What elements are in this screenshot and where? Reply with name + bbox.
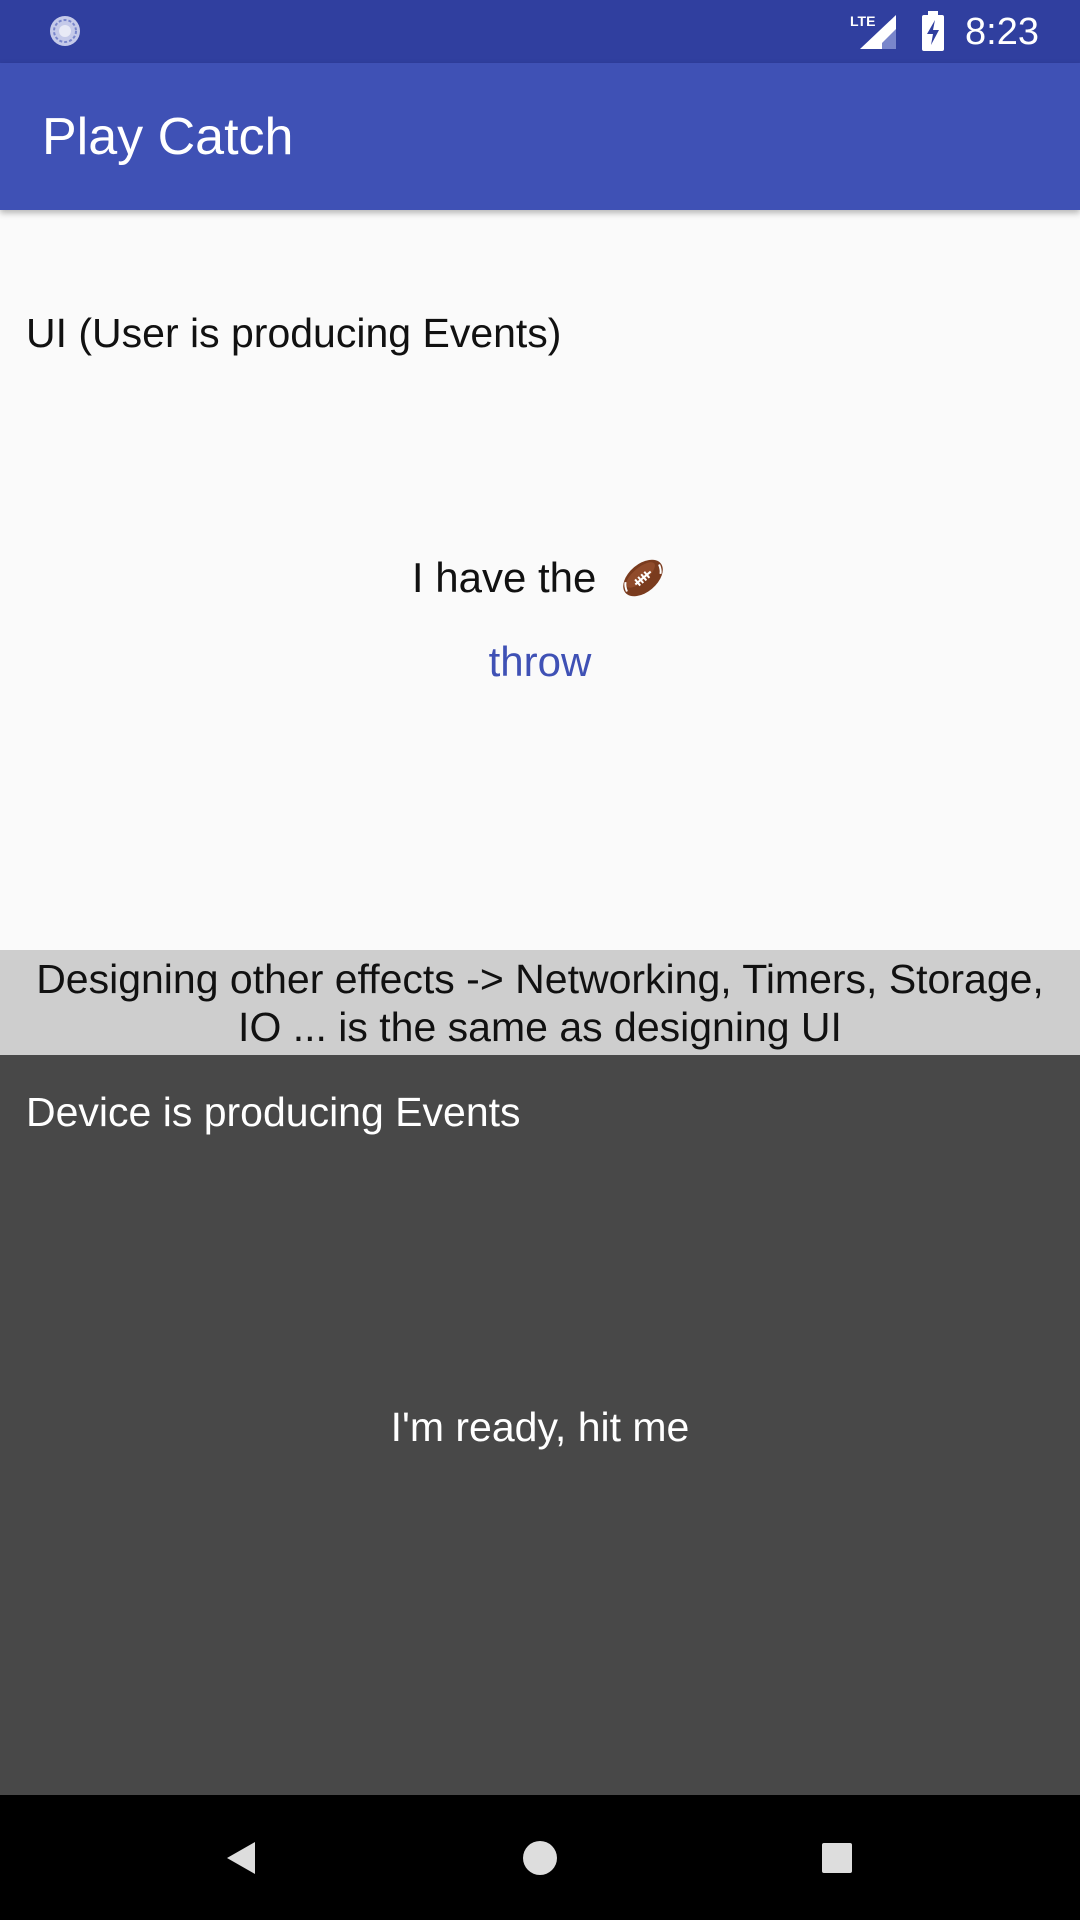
ui-events-panel: UI (User is producing Events) I have the… [0,210,1080,950]
home-button[interactable] [507,1825,573,1891]
app-title: Play Catch [42,108,294,166]
lte-signal-icon: LTE [850,13,896,49]
status-bar: LTE 8:23 [0,0,1080,63]
home-circle-icon [523,1841,557,1875]
device-panel-label: Device is producing Events [26,1089,521,1135]
ui-panel-label: UI (User is producing Events) [26,310,562,356]
divider-line-2: IO ... is the same as designing UI [238,1004,842,1050]
device-events-panel: Device is producing Events I'm ready, hi… [0,1055,1080,1795]
battery-charging-icon [922,11,944,51]
status-clock: 8:23 [965,11,1039,53]
device-status: I'm ready, hit me [390,1404,690,1450]
back-button[interactable] [208,1825,274,1891]
navigation-bar [0,1795,1080,1920]
throw-button[interactable]: throw [440,630,640,694]
back-triangle-icon [227,1842,255,1874]
divider-banner: Designing other effects -> Networking, T… [0,950,1080,1055]
football-icon [623,559,663,597]
sync-icon [50,16,80,46]
recents-square-icon [822,1843,852,1873]
screen: LTE 8:23 Play Catch UI (User is producin… [0,0,1080,1920]
app-bar: Play Catch [0,63,1080,210]
divider-line-1: Designing other effects -> Networking, T… [36,956,1044,1002]
ball-status: I have the [0,550,1080,603]
ball-status-text: I have the [411,553,597,601]
recents-button[interactable] [804,1825,870,1891]
svg-text:LTE: LTE [850,13,875,29]
status-icons: LTE 8:23 [820,0,1080,63]
